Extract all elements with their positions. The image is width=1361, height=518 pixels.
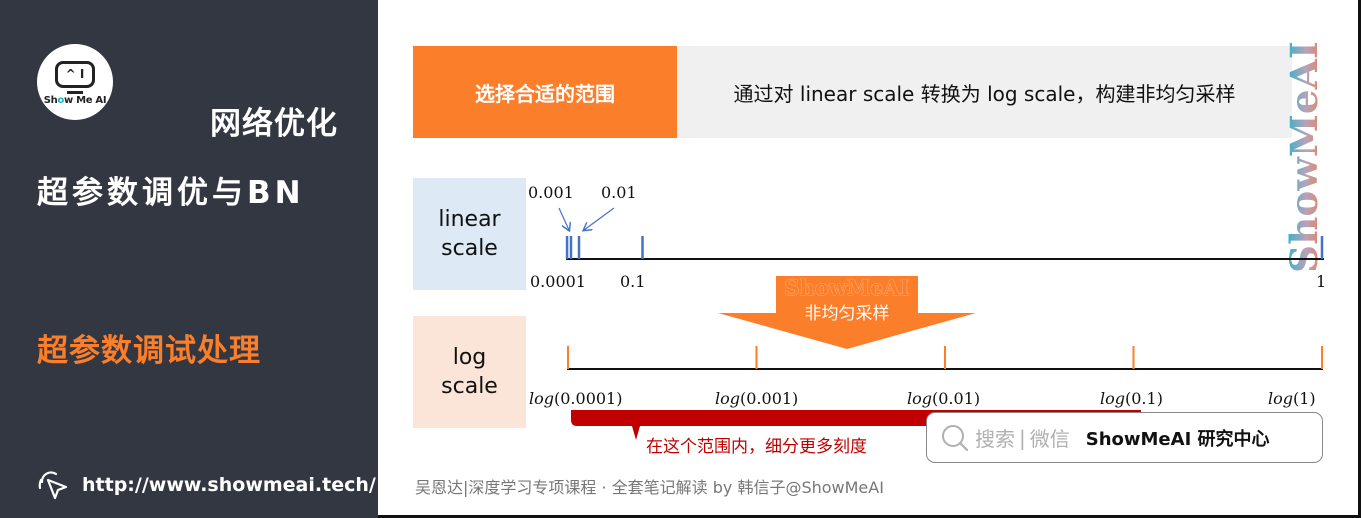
main-panel: 选择合适的范围 通过对 linear scale 转换为 log scale，构…: [378, 0, 1361, 518]
log-label-1: log(1): [1268, 389, 1316, 408]
sidebar: ^ I Show Me AI 网络优化 超参数调优与BN 超参数调试处理 htt…: [0, 0, 378, 518]
section-subtitle: 超参数调试处理: [37, 333, 261, 369]
course-title-line2: 超参数调优与BN: [37, 175, 305, 211]
linear-bottom-label-0.0001: 0.0001: [530, 272, 586, 291]
monitor-stand-icon: [67, 91, 83, 94]
linear-bottom-label-0.1: 0.1: [620, 272, 646, 291]
search-icon: [942, 424, 969, 451]
log-label-0.01: log(0.01): [907, 389, 981, 408]
search-label: 搜索: [975, 427, 1015, 451]
linear-scale-label: linear scale: [413, 178, 526, 290]
arrow-brand-text: ShowMeAI: [784, 275, 910, 300]
search-brand: ShowMeAI 研究中心: [1085, 428, 1270, 450]
watermark-text: ShowMeAI: [1286, 41, 1326, 273]
logo-text: Show Me AI: [43, 95, 107, 106]
showmeai-vertical-watermark: ShowMeAI: [1286, 41, 1326, 273]
linear-top-label-0.01: 0.01: [601, 183, 637, 202]
linear-end-label-1: 1: [1316, 272, 1327, 291]
arrow-caption: 非均匀采样: [804, 304, 890, 324]
banner-label: 选择合适的范围: [413, 46, 677, 138]
log-label-0.1: log(0.1): [1100, 389, 1163, 408]
banner-description: 通过对 linear scale 转换为 log scale，构建非均匀采样: [677, 46, 1292, 138]
linear-top-label-0.001: 0.001: [528, 183, 574, 202]
log-label-0.001: log(0.001): [715, 389, 799, 408]
log-scale-label: log scale: [413, 316, 526, 428]
website-url[interactable]: http://www.showmeai.tech/: [82, 474, 376, 496]
showmeai-logo[interactable]: ^ I Show Me AI: [37, 44, 113, 120]
wechat-label: 微信: [1029, 427, 1070, 451]
callout-arrow-0.001: [558, 207, 569, 230]
wechat-search-box[interactable]: 搜索 | 微信 ShowMeAI 研究中心: [926, 412, 1323, 463]
robot-monitor-icon: ^ I: [55, 61, 95, 88]
course-title-line1: 网络优化: [210, 106, 338, 142]
search-separator: |: [1019, 425, 1026, 450]
sampling-arrow-labels: ShowMeAI 非均匀采样: [716, 275, 978, 353]
callout-arrow-0.01: [584, 207, 615, 230]
website-link[interactable]: http://www.showmeai.tech/: [36, 468, 376, 502]
bracket-note: 在这个范围内，细分更多刻度: [646, 437, 867, 457]
log-label-0.0001: log(0.0001): [529, 389, 623, 408]
cursor-click-icon: [38, 471, 68, 500]
footer-credit: 吴恩达|深度学习专项课程 · 全套笔记解读 by 韩信子@ShowMeAI: [415, 478, 884, 497]
